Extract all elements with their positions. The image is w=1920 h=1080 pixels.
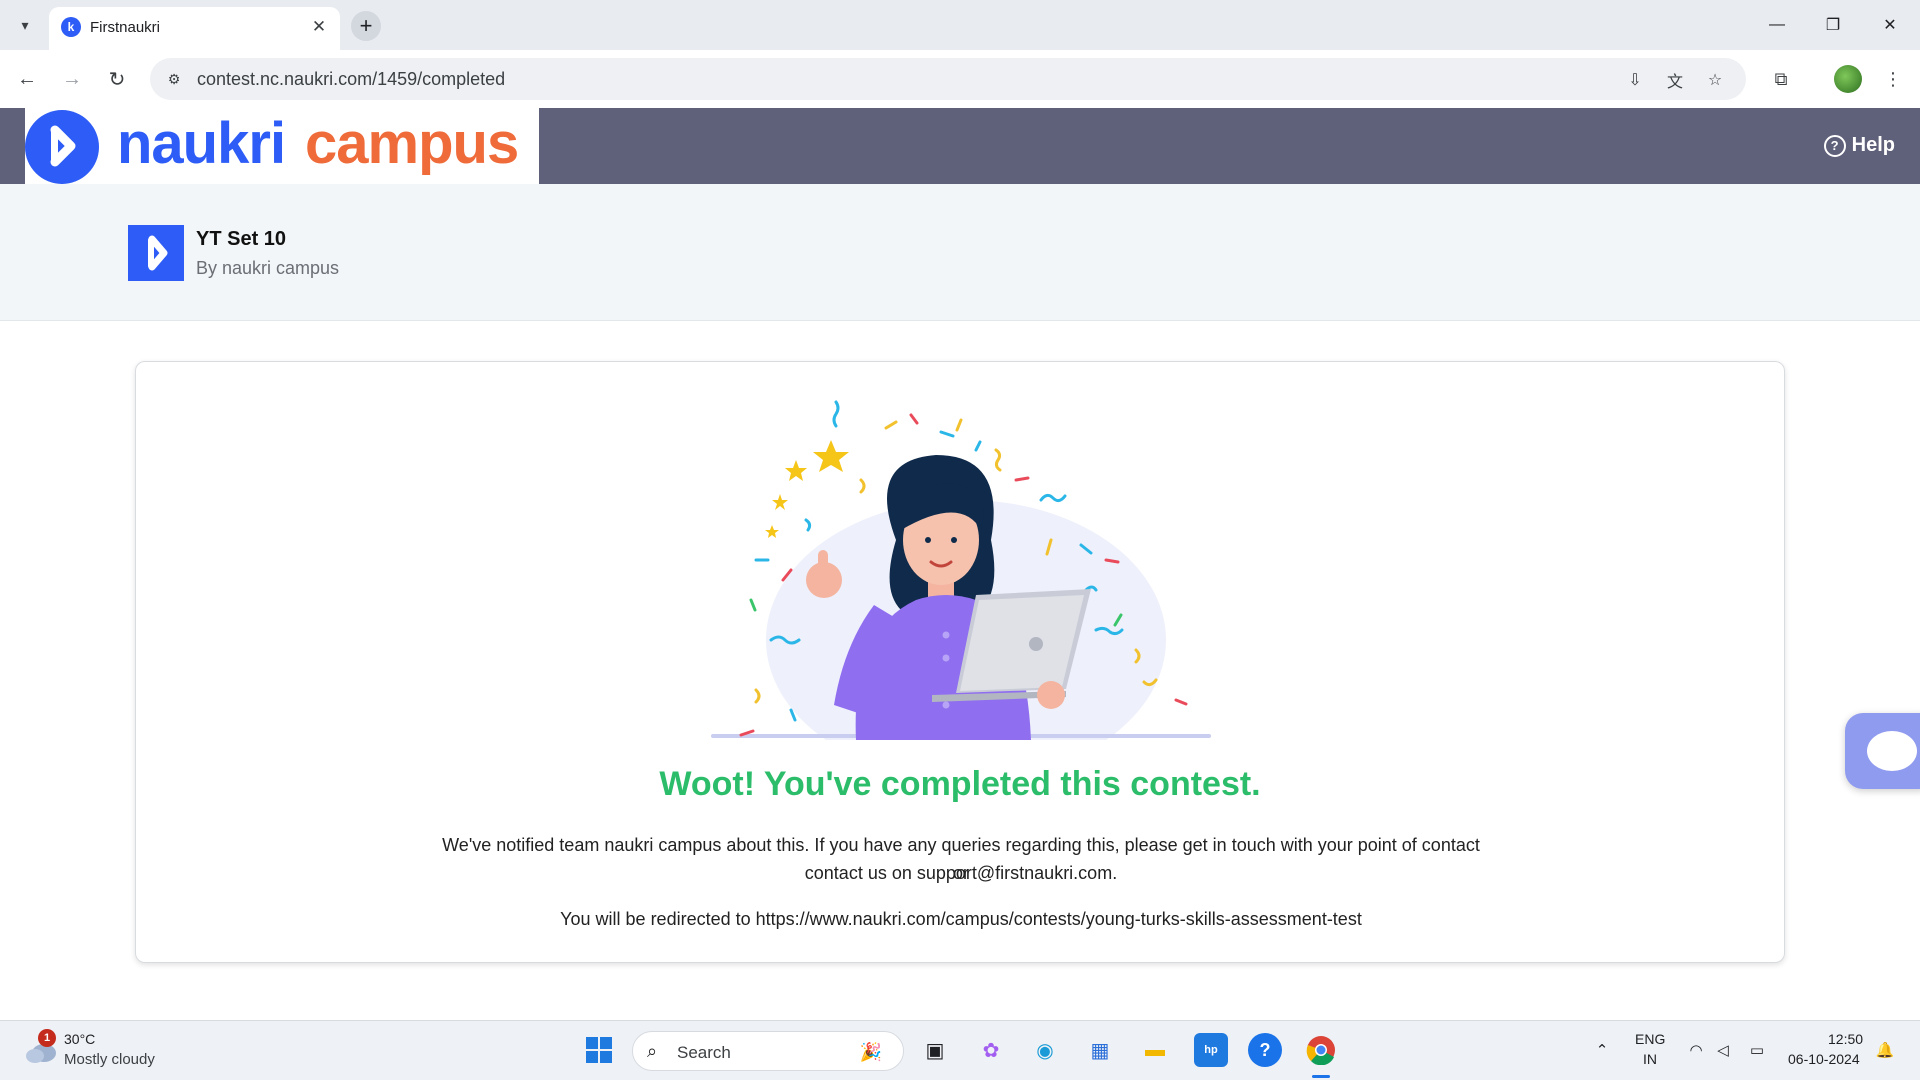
copilot-icon[interactable]: ✿ bbox=[974, 1033, 1008, 1067]
clock-date[interactable]: 06-10-2024 bbox=[1788, 1051, 1860, 1067]
extensions-icon[interactable]: ⧉ bbox=[1766, 64, 1796, 94]
restore-icon[interactable]: ❐ bbox=[1813, 10, 1853, 40]
profile-avatar[interactable] bbox=[1834, 65, 1862, 93]
install-app-icon[interactable]: ⇩ bbox=[1622, 67, 1648, 93]
help-circle-icon: ? bbox=[1823, 134, 1846, 157]
logo-word-naukri: naukri bbox=[117, 111, 286, 176]
active-tab[interactable]: k Firstnaukri ✕ bbox=[49, 7, 340, 50]
logo-mark-icon bbox=[25, 110, 99, 184]
myhp-icon[interactable]: hp bbox=[1194, 1033, 1228, 1067]
logo-word-campus: campus bbox=[305, 111, 519, 176]
edge-browser-icon[interactable]: ◉ bbox=[1028, 1033, 1062, 1067]
search-highlight-icon: 🎉 bbox=[859, 1041, 883, 1062]
naukri-campus-logo[interactable]: naukri campus bbox=[25, 108, 539, 184]
language-indicator[interactable]: ENG bbox=[1635, 1031, 1665, 1047]
active-app-indicator bbox=[1312, 1075, 1330, 1078]
microsoft-store-icon[interactable]: ▦ bbox=[1083, 1033, 1117, 1067]
tab-favicon-icon: k bbox=[61, 17, 81, 37]
help-link[interactable]: ? Help bbox=[1823, 134, 1895, 157]
browser-tab-bar: ▾ k Firstnaukri ✕ + — ❐ ✕ bbox=[0, 0, 1920, 50]
translate-icon[interactable]: 文 bbox=[1662, 67, 1688, 93]
notifications-bell-icon[interactable]: 🔔 bbox=[1874, 1039, 1896, 1061]
back-icon[interactable]: ← bbox=[12, 64, 42, 94]
bookmark-star-icon[interactable]: ☆ bbox=[1702, 67, 1728, 93]
url-text[interactable]: contest.nc.naukri.com/1459/completed bbox=[197, 69, 505, 90]
help-label: Help bbox=[1851, 134, 1895, 156]
site-header: naukri campus ? Help bbox=[0, 108, 1920, 184]
notification-message-line2: contact us on support@firstnaukri.com. bbox=[804, 863, 1118, 883]
contest-title: YT Set 10 bbox=[196, 228, 287, 250]
tab-title: Firstnaukri bbox=[90, 19, 161, 36]
file-explorer-icon[interactable]: ▬ bbox=[1138, 1033, 1172, 1067]
address-bar[interactable]: ⚙ contest.nc.naukri.com/1459/completed ⇩… bbox=[150, 58, 1746, 100]
tab-close-icon[interactable]: ✕ bbox=[308, 16, 330, 38]
tab-search-chevron-icon[interactable]: ▾ bbox=[12, 12, 38, 38]
menu-kebab-icon[interactable]: ⋮ bbox=[1878, 64, 1908, 94]
weather-description[interactable]: Mostly cloudy bbox=[64, 1051, 155, 1068]
close-window-icon[interactable]: ✕ bbox=[1870, 10, 1910, 40]
contest-info-bar: YT Set 10 By naukri campus bbox=[0, 184, 1920, 321]
redirect-message: You will be redirected to https://www.na… bbox=[560, 909, 1362, 929]
browser-toolbar: ← → ↻ ⚙ contest.nc.naukri.com/1459/compl… bbox=[0, 50, 1920, 108]
weather-temperature[interactable]: 30°C bbox=[64, 1031, 95, 1047]
windows-start-icon[interactable] bbox=[582, 1033, 616, 1067]
volume-icon[interactable]: ◁ bbox=[1712, 1039, 1734, 1061]
get-help-icon[interactable]: ? bbox=[1248, 1033, 1282, 1067]
taskbar-search-box[interactable]: ⌕ Search 🎉 bbox=[632, 1031, 904, 1071]
new-tab-button[interactable]: + bbox=[351, 11, 381, 41]
contest-byline: By naukri campus bbox=[196, 258, 340, 278]
contest-logo-icon bbox=[128, 225, 184, 281]
search-label: Search bbox=[677, 1043, 731, 1062]
forward-icon[interactable]: → bbox=[57, 64, 87, 94]
search-icon: ⌕ bbox=[647, 1041, 658, 1061]
weather-notification-badge: 1 bbox=[38, 1029, 56, 1047]
chrome-icon[interactable] bbox=[1304, 1033, 1338, 1067]
chat-widget-button[interactable] bbox=[1845, 713, 1920, 789]
region-indicator[interactable]: IN bbox=[1643, 1051, 1657, 1067]
clock-time[interactable]: 12:50 bbox=[1828, 1031, 1863, 1047]
celebration-illustration bbox=[711, 400, 1211, 740]
completion-card: Woot! You've completed this contest. We'… bbox=[135, 361, 1785, 963]
reload-icon[interactable]: ↻ bbox=[102, 64, 132, 94]
task-view-icon[interactable]: ▣ bbox=[918, 1033, 952, 1067]
site-info-icon[interactable]: ⚙ bbox=[162, 67, 186, 91]
wifi-icon[interactable]: ◠ bbox=[1685, 1039, 1707, 1061]
chat-bubble-icon bbox=[1867, 731, 1917, 771]
show-hidden-icons-chevron-icon[interactable]: ⌃ bbox=[1591, 1039, 1613, 1061]
minimize-icon[interactable]: — bbox=[1757, 10, 1797, 40]
success-heading: Woot! You've completed this contest. bbox=[659, 765, 1261, 803]
windows-taskbar: 1 30°C Mostly cloudy ⌕ Search 🎉 ▣ ✿ ◉ ▦ … bbox=[0, 1020, 1920, 1080]
battery-icon[interactable]: ▭ bbox=[1746, 1039, 1768, 1061]
